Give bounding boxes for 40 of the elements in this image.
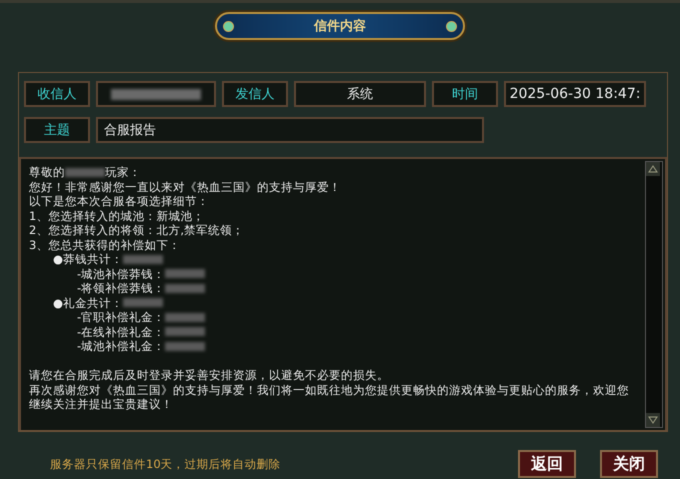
scroll-up-icon[interactable] <box>646 162 660 176</box>
field-label: 主题 <box>24 117 90 143</box>
notice-text: 服务器只保留信件10天，过期后将自动删除 <box>50 456 282 472</box>
message-text: 3、您总共获得的补偿如下： <box>29 238 180 252</box>
redacted-mark <box>123 298 164 308</box>
message-text: ●莽钱共计： <box>53 252 124 266</box>
message-text: 玩家： <box>105 165 141 180</box>
message-text: 请您在合服完成后及时登录并妥善安排资源，以避免不必要的损失。 <box>29 368 389 382</box>
field-label: 收信人 <box>24 81 90 107</box>
message-text: 再次感谢您对《热血三国》的支持与厚爱！我们将一如既往地为您提供更畅快的游戏体验与更贴心的服务，欢迎您继续关注并提出宝贵建议！ <box>29 382 629 411</box>
field-value: 系统 <box>294 81 426 107</box>
subject-field: 合服报告 <box>96 117 484 143</box>
message-text: -城池补偿莽钱： <box>77 266 166 281</box>
redacted-mark <box>65 168 105 177</box>
message-text: 2、您选择转入的将领：北方,禁军统领； <box>29 223 244 238</box>
action-button[interactable]: 返回 <box>518 450 576 478</box>
message-text: -在线补偿礼金： <box>77 324 166 339</box>
field-value: 2025-06-30 18:47: <box>504 81 646 107</box>
message-text: ●礼金共计： <box>53 296 124 310</box>
redacted-mark <box>165 327 206 336</box>
scroll-down-icon[interactable] <box>646 413 660 427</box>
scrollbar[interactable] <box>645 161 663 428</box>
redacted-mark <box>165 269 206 278</box>
redacted-mark <box>165 342 206 351</box>
gem-icon <box>446 20 457 32</box>
message-text: -将领补偿莽钱： <box>77 281 166 296</box>
window-title: 信件内容 <box>314 18 366 35</box>
redacted-mark <box>123 254 164 264</box>
field-label: 时间 <box>432 81 498 107</box>
message-text: -官职补偿礼金： <box>77 310 166 324</box>
message-text: -城池补偿礼金： <box>77 339 166 354</box>
redacted-mark <box>165 312 206 322</box>
message-text: 以下是您本次合服各项选择细节： <box>29 194 209 208</box>
redacted-mark <box>165 284 206 293</box>
gem-icon <box>223 20 234 32</box>
action-button[interactable]: 关闭 <box>600 450 658 478</box>
message-text: 您好！非常感谢您一直以来对《热血三国》的支持与厚爱！ <box>29 180 341 194</box>
message-text: 1、您选择转入的城池：新城池； <box>29 208 204 223</box>
message-text: 尊敬的 <box>29 165 65 180</box>
field-label: 发信人 <box>222 81 288 107</box>
